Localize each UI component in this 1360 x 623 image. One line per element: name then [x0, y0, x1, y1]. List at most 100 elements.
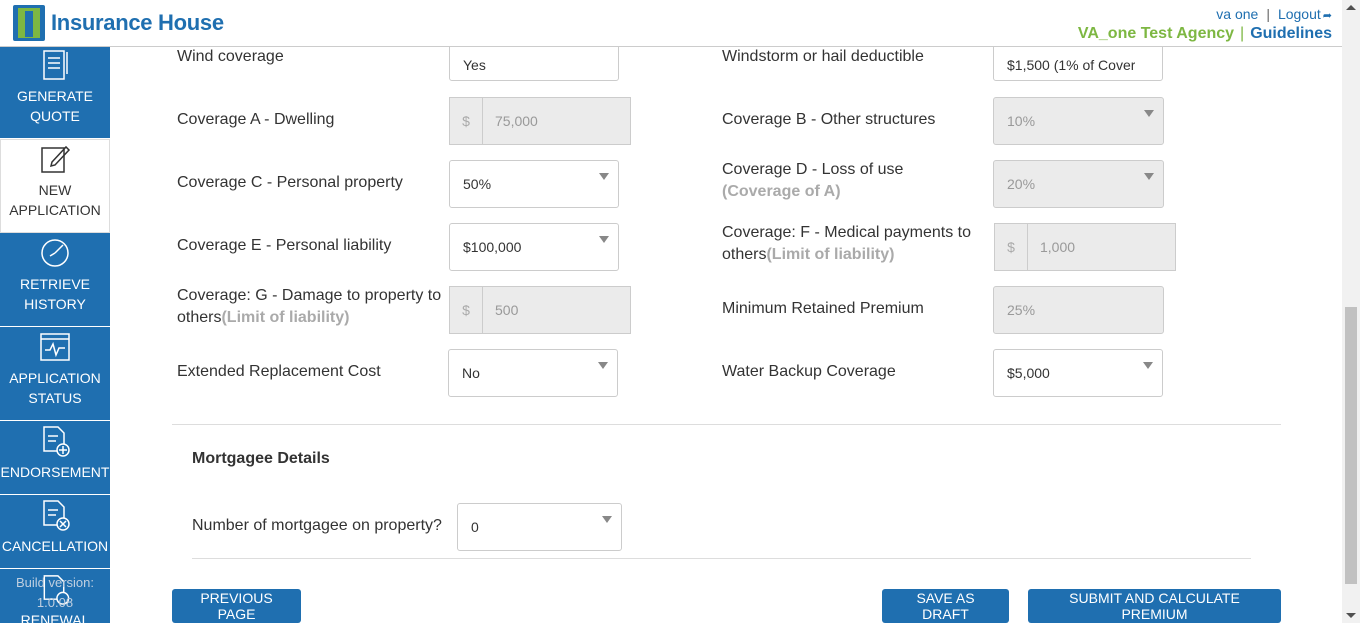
document-add-icon — [43, 426, 70, 457]
section-divider — [172, 424, 1281, 425]
wind-coverage-label: Wind coverage — [177, 48, 284, 65]
select-value: 20% — [1007, 176, 1036, 192]
status-pulse-icon — [40, 333, 70, 361]
coverage-d-label: Coverage D - Loss of use (Coverage of A) — [722, 159, 982, 203]
currency-prefix: $ — [450, 98, 483, 144]
scroll-up-arrow-icon[interactable] — [1346, 5, 1356, 10]
coverage-g-label: Coverage: G - Damage to property to othe… — [177, 285, 447, 329]
select-value: 0 — [471, 519, 479, 535]
main-content: Wind coverage Yes Windstorm or hail dedu… — [110, 47, 1342, 623]
section-divider — [192, 558, 1251, 559]
sidebar-item-label: QUOTE — [30, 108, 80, 124]
currency-prefix: $ — [450, 287, 483, 333]
select-value: No — [462, 365, 480, 381]
windstorm-deductible-select[interactable]: $1,500 (1% of Coverage A) — [993, 47, 1163, 81]
chevron-down-icon — [602, 516, 612, 523]
coverage-c-select[interactable]: 50% — [449, 160, 619, 208]
coverage-d-note: (Coverage of A) — [722, 183, 841, 200]
chevron-down-icon — [1144, 110, 1154, 117]
coverage-b-select: 10% — [993, 97, 1164, 145]
mortgagee-count-select[interactable]: 0 — [457, 503, 622, 551]
build-version: Build version: 1.0.08 — [0, 573, 110, 613]
coverage-a-input[interactable]: $ 75,000 — [449, 97, 631, 145]
chevron-down-icon — [1144, 173, 1154, 180]
sidebar-item-cancellation[interactable]: CANCELLATION — [0, 495, 110, 569]
logo-icon — [13, 5, 45, 41]
edit-icon — [41, 145, 71, 173]
input-value: 500 — [495, 302, 519, 318]
document-cancel-icon — [43, 500, 70, 531]
agency-name: VA_one Test Agency — [1077, 25, 1235, 42]
water-backup-label: Water Backup Coverage — [722, 363, 896, 380]
coverage-a-label: Coverage A - Dwelling — [177, 111, 335, 128]
coverage-c-label: Coverage C - Personal property — [177, 174, 403, 191]
scroll-thumb[interactable] — [1345, 307, 1357, 584]
select-value: 25% — [1007, 302, 1036, 318]
sidebar-item-label: APPLICATION — [9, 370, 101, 386]
logo[interactable]: Insurance House — [13, 5, 224, 41]
windstorm-deductible-label: Windstorm or hail deductible — [722, 48, 924, 65]
sidebar-item-generate-quote[interactable]: GENERATE QUOTE — [0, 47, 110, 139]
water-backup-select[interactable]: $5,000 — [993, 349, 1163, 397]
user-name-link[interactable]: va one — [1216, 6, 1258, 22]
build-version-value: 1.0.08 — [36, 595, 74, 610]
sidebar-item-label: RETRIEVE — [19, 276, 90, 292]
select-value: 10% — [1007, 113, 1036, 129]
separator: | — [1266, 6, 1270, 22]
coverage-f-note: (Limit of liability) — [766, 246, 895, 263]
user-links: va one | Logout ➦ — [1216, 6, 1332, 22]
min-retained-label: Minimum Retained Premium — [722, 300, 924, 317]
logout-icon: ➦ — [1322, 10, 1332, 22]
coverage-e-select[interactable]: $100,000 — [449, 223, 619, 271]
coverage-b-label: Coverage B - Other structures — [722, 111, 936, 128]
mortgagee-section-title: Mortgagee Details — [192, 450, 330, 467]
coverage-g-input[interactable]: $ 500 — [449, 286, 631, 334]
currency-prefix: $ — [995, 224, 1028, 270]
guidelines-link[interactable]: Guidelines — [1250, 25, 1332, 42]
coverage-f-label: Coverage: F - Medical payments to others… — [722, 222, 982, 266]
min-retained-field: 25% — [993, 286, 1164, 334]
coverage-d-select: 20% — [993, 160, 1164, 208]
previous-page-button[interactable]: PREVIOUS PAGE — [172, 589, 301, 623]
agency-line: VA_one Test Agency | Guidelines — [1078, 25, 1332, 43]
select-value: 50% — [463, 176, 492, 192]
mortgagee-count-label: Number of mortgagee on property? — [192, 517, 442, 534]
app-header: Insurance House va one | Logout ➦ VA_one Te… — [0, 0, 1342, 47]
scroll-down-arrow-icon[interactable] — [1346, 613, 1356, 618]
sidebar-item-label: HISTORY — [24, 296, 86, 312]
separator: | — [1240, 25, 1245, 42]
sidebar-item-label: GENERATE — [17, 88, 93, 104]
select-value: Yes — [463, 56, 486, 73]
sidebar-item-endorsement[interactable]: ENDORSEMENT — [0, 421, 110, 495]
select-value: $5,000 — [1007, 365, 1050, 381]
sidebar-item-new-application[interactable]: NEW APPLICATION — [0, 139, 110, 233]
coverage-d-label-text: Coverage D - Loss of use — [722, 161, 904, 178]
sidebar-item-label: NEW — [38, 182, 72, 198]
coverage-g-note: (Limit of liability) — [221, 309, 350, 326]
logout-label: Logout — [1277, 6, 1321, 22]
select-value: $1,500 (1% of Coverage A) — [1007, 56, 1135, 73]
wind-coverage-select[interactable]: Yes — [449, 47, 619, 81]
history-icon — [41, 239, 69, 267]
coverage-f-input[interactable]: $ 1,000 — [994, 223, 1176, 271]
chevron-down-icon — [599, 173, 609, 180]
vertical-scrollbar[interactable] — [1342, 0, 1360, 623]
sidebar-item-label: APPLICATION — [9, 202, 101, 218]
input-value: 1,000 — [1040, 239, 1076, 255]
sidebar-item-label: ENDORSEMENT — [0, 464, 110, 480]
chevron-down-icon — [599, 236, 609, 243]
submit-calculate-button[interactable]: SUBMIT AND CALCULATE PREMIUM — [1028, 589, 1281, 623]
sidebar-item-retrieve-history[interactable]: RETRIEVE HISTORY — [0, 233, 110, 327]
save-draft-button[interactable]: SAVE AS DRAFT — [882, 589, 1009, 623]
chevron-down-icon — [1143, 362, 1153, 369]
extended-replacement-select[interactable]: No — [448, 349, 618, 397]
chevron-down-icon — [598, 362, 608, 369]
sidebar-item-label: CANCELLATION — [1, 538, 109, 554]
input-value: 75,000 — [495, 113, 538, 129]
select-value: $100,000 — [463, 239, 522, 255]
logout-link[interactable]: Logout ➦ — [1278, 6, 1332, 22]
logo-text: Insurance House — [51, 10, 224, 35]
sidebar-item-application-status[interactable]: APPLICATION STATUS — [0, 327, 110, 421]
sidebar-nav: GENERATE QUOTE NEW APPLICATION RETRIEVE … — [0, 47, 110, 623]
build-version-label: Build version: — [15, 575, 95, 590]
